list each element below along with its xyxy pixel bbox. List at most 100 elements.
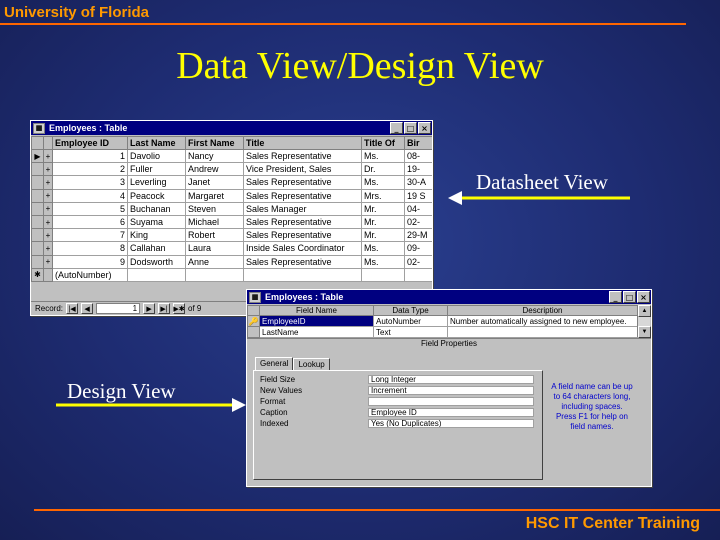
column-header-title-of-courtesy[interactable]: Title Of	[361, 136, 405, 150]
title-cell[interactable]: Inside Sales Coordinator	[243, 241, 362, 256]
last-name-cell[interactable]	[127, 267, 186, 282]
scroll-down-icon[interactable]: ▼	[638, 326, 651, 338]
table-row[interactable]: +9 Dodsworth Anne Sales Representative Ms. 02…	[31, 254, 432, 269]
birth-date-cell[interactable]: 02-	[404, 254, 432, 269]
row-selector[interactable]: ✱	[31, 267, 44, 282]
description-cell[interactable]: Number automatically assigned to new emp…	[447, 315, 638, 327]
table-row[interactable]: ▶ +1 Davolio Nancy Sales Representative Ms. 08…	[31, 148, 432, 164]
row-selector[interactable]	[31, 188, 44, 203]
first-name-cell[interactable]: Margaret	[185, 188, 244, 203]
last-name-cell[interactable]: Leverling	[127, 175, 186, 190]
select-all-cell[interactable]	[31, 136, 44, 150]
table-row[interactable]: +3 Leverling Janet Sales Representative Ms. 3…	[31, 175, 432, 190]
expand-cell[interactable]: +	[43, 148, 53, 164]
birth-date-cell[interactable]: 30-A	[404, 175, 432, 190]
title-cell[interactable]: Vice President, Sales	[243, 162, 362, 177]
last-name-cell[interactable]: Callahan	[127, 241, 186, 256]
last-name-cell[interactable]: King	[127, 228, 186, 243]
first-name-cell[interactable]: Laura	[185, 241, 244, 256]
design-grid-scrollbar[interactable]: ▲ ▼	[637, 305, 651, 338]
expand-cell[interactable]	[43, 267, 53, 282]
field-row[interactable]: 🔑 EmployeeID AutoNumber Number automatic…	[247, 315, 638, 327]
current-record-field[interactable]: 1	[96, 303, 141, 314]
row-selector[interactable]	[31, 175, 44, 190]
birth-date-cell[interactable]: 02-	[404, 214, 432, 230]
expand-cell[interactable]: +	[43, 188, 53, 203]
title-of-courtesy-cell[interactable]: Mr.	[361, 201, 405, 216]
expand-cell[interactable]: +	[43, 214, 53, 230]
row-selector[interactable]: ▶	[31, 148, 44, 164]
first-name-cell[interactable]: Janet	[185, 175, 244, 190]
property-row-indexed[interactable]: Indexed Yes (No Duplicates)	[260, 419, 536, 429]
title-cell[interactable]: Sales Representative	[243, 148, 362, 164]
maximize-button[interactable]: □	[623, 291, 636, 303]
property-row-caption[interactable]: Caption Employee ID	[260, 408, 536, 418]
row-selector[interactable]	[31, 254, 44, 269]
next-record-icon[interactable]: ▶	[143, 303, 156, 314]
employee-id-cell[interactable]: 9	[52, 254, 128, 269]
table-row[interactable]: +8 Callahan Laura Inside Sales Coordinator M…	[31, 241, 432, 256]
last-name-cell[interactable]: Peacock	[127, 188, 186, 203]
datasheet-window[interactable]: ▦ Employees : Table _ □ × Employee ID La…	[30, 120, 433, 316]
column-header-title[interactable]: Title	[243, 136, 362, 150]
first-name-cell[interactable]: Michael	[185, 214, 244, 230]
title-cell[interactable]: Sales Representative	[243, 175, 362, 190]
property-value[interactable]: Yes (No Duplicates)	[368, 419, 534, 428]
design-view-window[interactable]: ▦ Employees : Table _ □ × Field Name Dat…	[246, 289, 652, 487]
title-of-courtesy-cell[interactable]: Dr.	[361, 162, 405, 177]
title-of-courtesy-cell[interactable]: Mr.	[361, 214, 405, 230]
row-selector[interactable]	[31, 162, 44, 177]
last-name-cell[interactable]: Fuller	[127, 162, 186, 177]
row-selector[interactable]	[31, 214, 44, 230]
minimize-button[interactable]: _	[609, 291, 622, 303]
last-name-cell[interactable]: Dodsworth	[127, 254, 186, 269]
employee-id-cell[interactable]: (AutoNumber)	[52, 267, 128, 282]
row-selector[interactable]	[31, 228, 44, 243]
property-value[interactable]: Increment	[368, 386, 534, 395]
employee-id-cell[interactable]: 4	[52, 188, 128, 203]
title-of-courtesy-cell[interactable]: Ms.	[361, 175, 405, 190]
expand-cell[interactable]: +	[43, 241, 53, 256]
title-of-courtesy-cell[interactable]: Ms.	[361, 148, 405, 164]
data-type-cell[interactable]: Text	[373, 326, 448, 338]
property-value[interactable]: Employee ID	[368, 408, 534, 417]
last-record-icon[interactable]: ▶|	[158, 303, 171, 314]
column-header-birth-date[interactable]: Bir	[404, 136, 432, 150]
last-name-cell[interactable]: Suyama	[127, 214, 186, 230]
previous-record-icon[interactable]: ◀	[81, 303, 94, 314]
row-selector[interactable]	[31, 241, 44, 256]
scroll-up-icon[interactable]: ▲	[638, 305, 651, 317]
expand-cell[interactable]: +	[43, 175, 53, 190]
field-name-cell[interactable]: LastName	[259, 326, 374, 338]
close-button[interactable]: ×	[418, 122, 431, 134]
first-name-cell[interactable]: Steven	[185, 201, 244, 216]
expand-cell[interactable]: +	[43, 201, 53, 216]
employee-id-cell[interactable]: 3	[52, 175, 128, 190]
column-header-employee-id[interactable]: Employee ID	[52, 136, 128, 150]
new-record-row[interactable]: ✱ (AutoNumber)	[31, 267, 432, 282]
property-row-format[interactable]: Format	[260, 397, 536, 407]
title-of-courtesy-cell[interactable]	[361, 267, 405, 282]
title-of-courtesy-cell[interactable]: Mrs.	[361, 188, 405, 203]
property-value[interactable]	[368, 397, 534, 406]
employee-id-cell[interactable]: 5	[52, 201, 128, 216]
last-name-cell[interactable]: Buchanan	[127, 201, 186, 216]
birth-date-cell[interactable]: 04-	[404, 201, 432, 216]
row-selector[interactable]	[31, 201, 44, 216]
title-of-courtesy-cell[interactable]: Ms.	[361, 241, 405, 256]
property-row-field-size[interactable]: Field Size Long Integer	[260, 375, 536, 385]
employee-id-cell[interactable]: 2	[52, 162, 128, 177]
first-record-icon[interactable]: |◀	[66, 303, 79, 314]
minimize-button[interactable]: _	[390, 122, 403, 134]
first-name-cell[interactable]: Nancy	[185, 148, 244, 164]
title-cell[interactable]: Sales Manager	[243, 201, 362, 216]
table-row[interactable]: +6 Suyama Michael Sales Representative Mr. 02…	[31, 214, 432, 230]
birth-date-cell[interactable]: 08-	[404, 148, 432, 164]
maximize-button[interactable]: □	[404, 122, 417, 134]
datasheet-titlebar[interactable]: ▦ Employees : Table _ □ ×	[31, 121, 432, 135]
employee-id-cell[interactable]: 7	[52, 228, 128, 243]
field-row[interactable]: LastName Text	[247, 326, 638, 338]
title-cell[interactable]	[243, 267, 362, 282]
title-cell[interactable]: Sales Representative	[243, 214, 362, 230]
first-name-cell[interactable]: Andrew	[185, 162, 244, 177]
